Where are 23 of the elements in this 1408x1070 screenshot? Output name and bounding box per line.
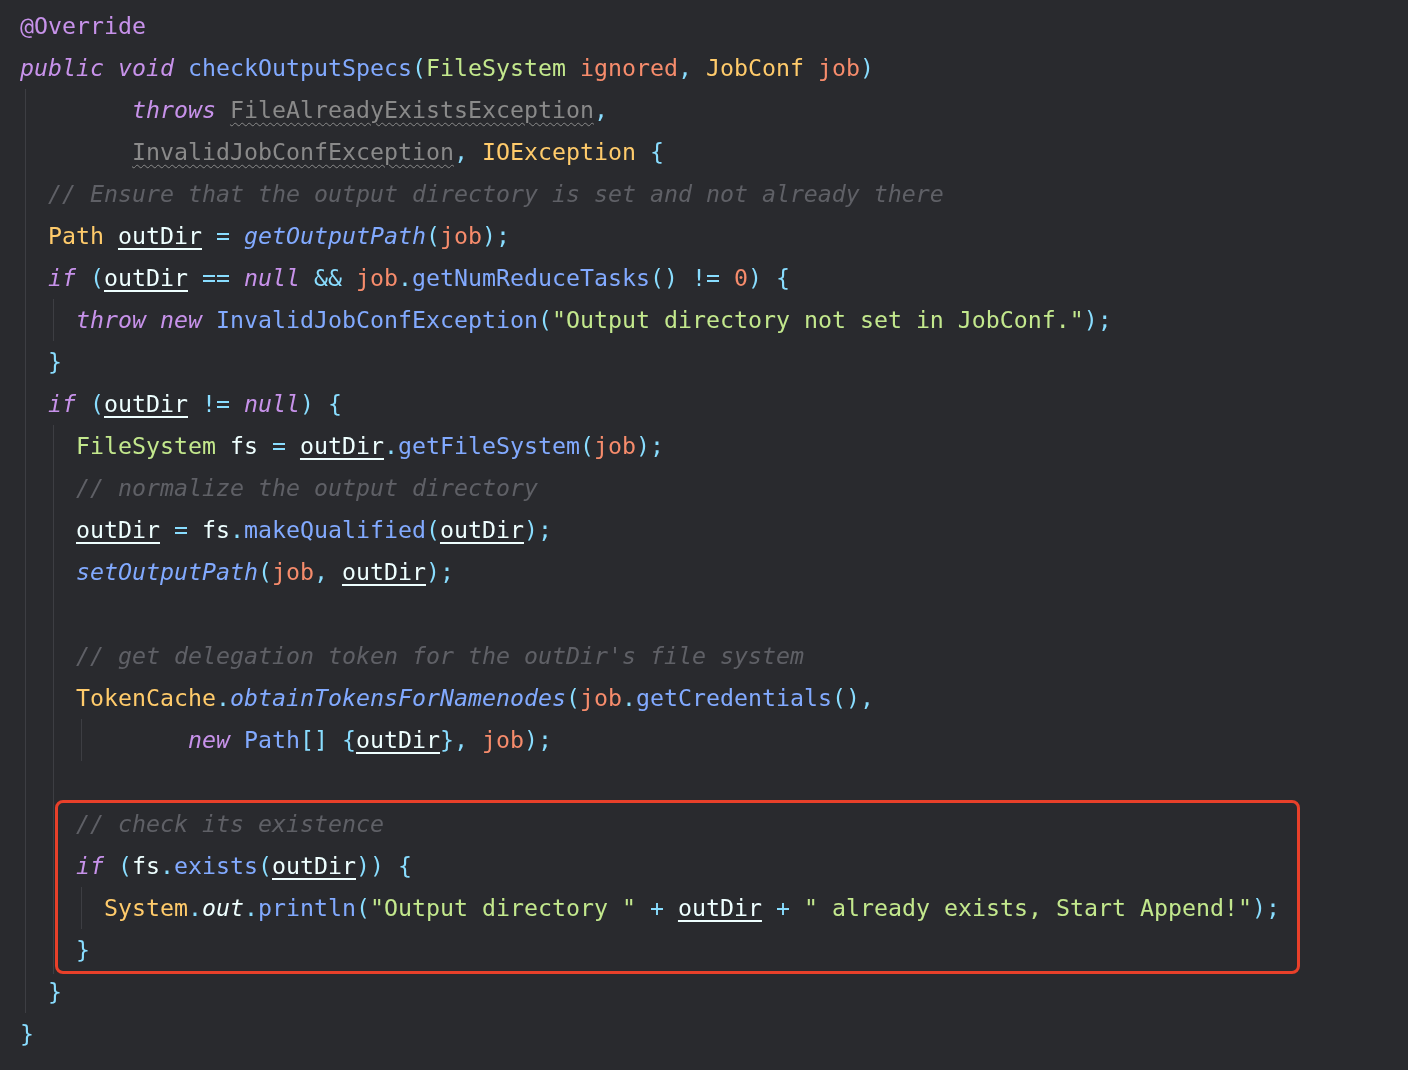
- code-line: System.out.println("Output directory " + outDir + " already exists, Start Append!");: [104, 893, 1280, 923]
- code-line: public void checkOutputSpecs(FileSystem ignored, JobConf job): [20, 53, 874, 83]
- code-line: @Override: [20, 11, 146, 41]
- code-line: setOutputPath(job, outDir);: [76, 557, 454, 587]
- code-line: throw new InvalidJobConfException("Output directory not set in JobConf.");: [76, 305, 1112, 335]
- code-line: FileSystem fs = outDir.getFileSystem(job);: [76, 431, 664, 461]
- code-line: if (fs.exists(outDir)) {: [76, 851, 412, 881]
- code-line: new Path[] {outDir}, job);: [188, 725, 552, 755]
- code-comment: // get delegation token for the outDir's file system: [76, 641, 804, 671]
- code-comment: // normalize the output directory: [76, 473, 538, 503]
- code-comment: // Ensure that the output directory is set and not already there: [48, 179, 944, 209]
- code-line: if (outDir != null) {: [48, 389, 342, 419]
- code-line: }: [48, 347, 62, 377]
- code-line: Path outDir = getOutputPath(job);: [48, 221, 510, 251]
- code-line: }: [76, 935, 90, 965]
- code-line: if (outDir == null && job.getNumReduceTasks() != 0) {: [48, 263, 790, 293]
- code-line: throws FileAlreadyExistsException,: [132, 95, 608, 125]
- code-comment: // check its existence: [76, 809, 384, 839]
- code-line: TokenCache.obtainTokensForNamenodes(job.getCredentials(),: [76, 683, 874, 713]
- code-line: }: [20, 1019, 34, 1049]
- code-line: InvalidJobConfException, IOException {: [132, 137, 664, 167]
- code-line: outDir = fs.makeQualified(outDir);: [76, 515, 552, 545]
- code-line: }: [48, 977, 62, 1007]
